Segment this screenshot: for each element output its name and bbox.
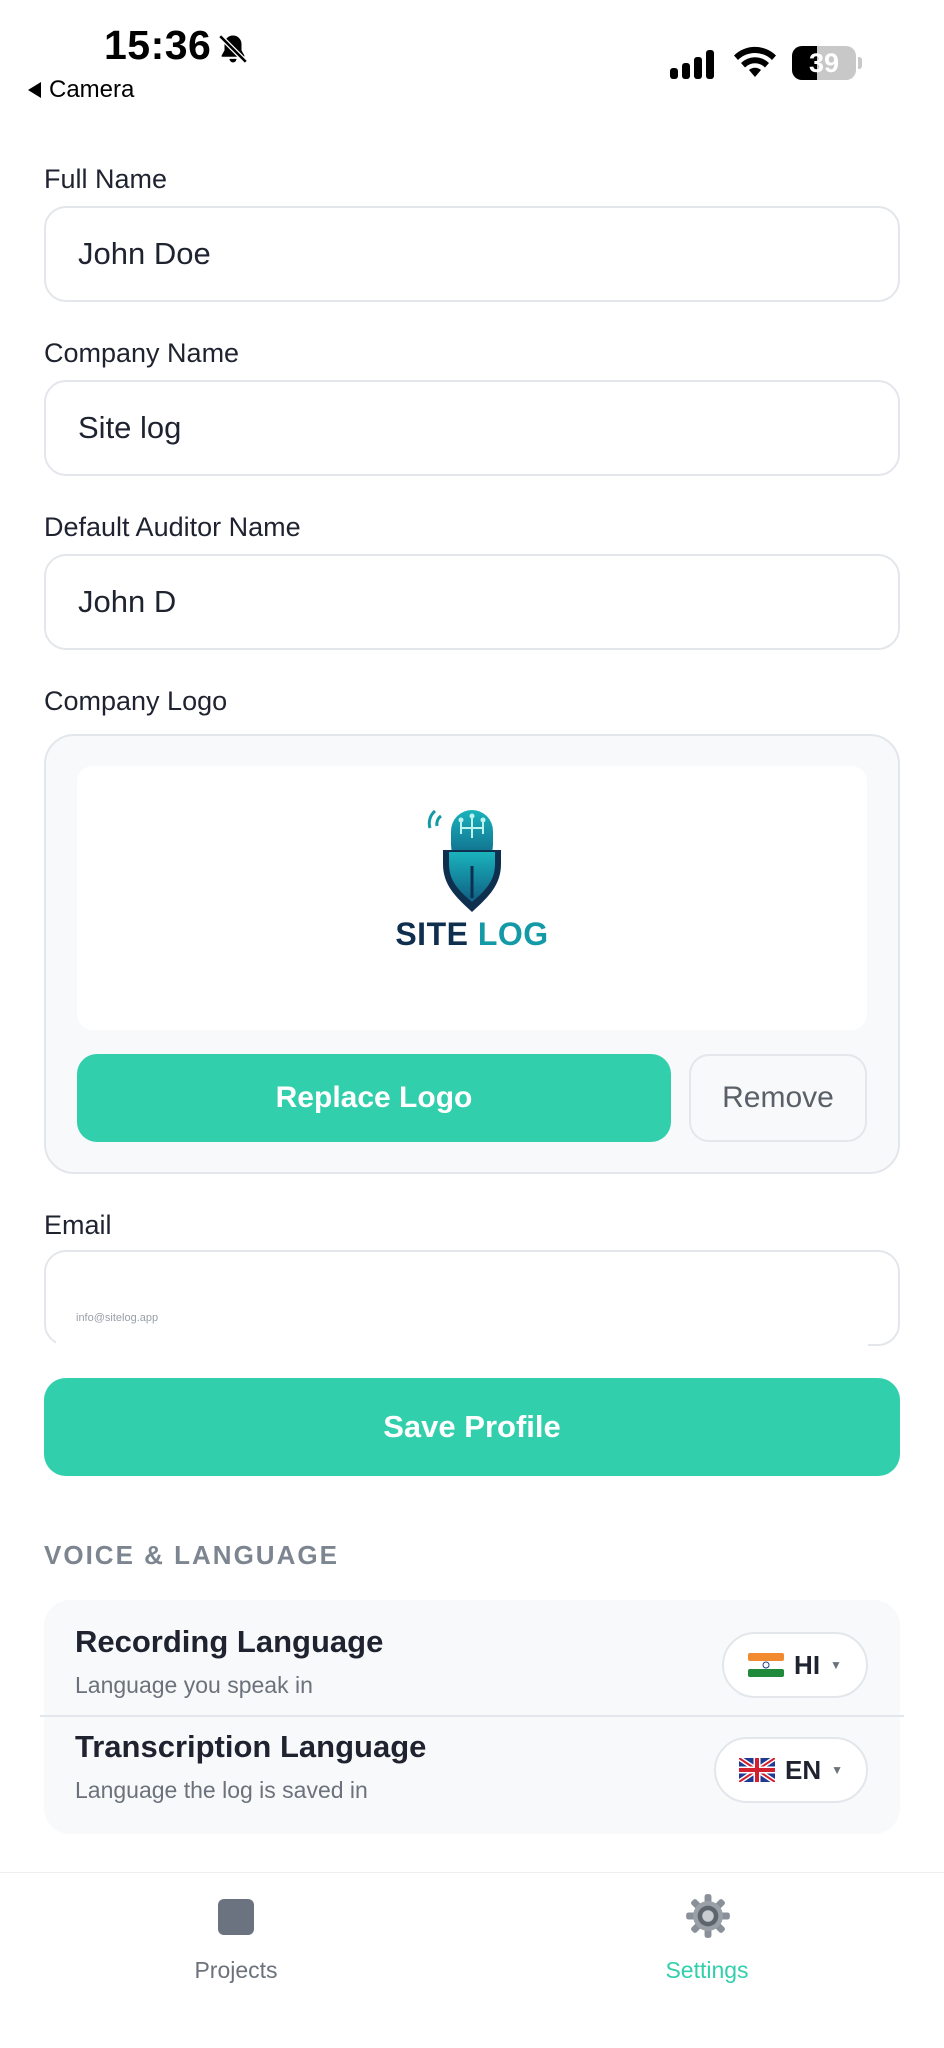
tab-bar: Projects Settings [0, 1872, 944, 2048]
company-name-value: Site log [78, 410, 182, 445]
chevron-down-icon: ▼ [830, 1658, 842, 1672]
chevron-down-icon: ▼ [831, 1763, 843, 1777]
replace-logo-button[interactable]: Replace Logo [77, 1054, 671, 1142]
tab-settings[interactable]: Settings [587, 1873, 827, 2003]
company-logo-card: SITE LOG Replace Logo Remove [44, 734, 900, 1174]
company-name-input[interactable]: Site log [44, 380, 900, 476]
remove-logo-button[interactable]: Remove [689, 1054, 867, 1142]
voice-language-section-title: VOICE & LANGUAGE [44, 1540, 339, 1570]
full-name-value: John Doe [78, 236, 211, 271]
status-bar: 15:36 Camera 39 [0, 0, 944, 110]
recording-language-subtitle: Language you speak in [75, 1672, 313, 1698]
tab-projects-label: Projects [194, 1957, 278, 1983]
logo-word-log: LOG [477, 916, 549, 952]
transcription-language-picker[interactable]: EN ▼ [714, 1737, 868, 1803]
gear-icon [686, 1894, 730, 1938]
tab-settings-label: Settings [665, 1957, 749, 1983]
status-time: 15:36 [104, 22, 212, 68]
india-flag-icon [748, 1653, 785, 1677]
logo-wordmark: SITE LOG [77, 916, 867, 953]
email-input-overlay[interactable]: info@sitelog.app [56, 1278, 868, 1380]
bell-muted-icon [218, 34, 248, 64]
recording-language-row: Recording Language Language you speak in… [44, 1612, 900, 1716]
recording-language-picker[interactable]: HI ▼ [722, 1632, 868, 1698]
transcription-language-code: EN [784, 1754, 822, 1785]
auditor-name-label: Default Auditor Name [44, 512, 301, 542]
email-value: info@sitelog.app [76, 1312, 159, 1324]
back-label: Camera [49, 76, 135, 103]
recording-language-title: Recording Language [75, 1624, 384, 1659]
logo-preview: SITE LOG [77, 766, 867, 1030]
uk-flag-icon [738, 1758, 775, 1782]
save-profile-button[interactable]: Save Profile [44, 1378, 900, 1476]
projects-icon [218, 1899, 254, 1935]
back-to-camera-link[interactable]: Camera [28, 76, 134, 104]
wifi-icon [734, 46, 776, 77]
voice-language-card: Recording Language Language you speak in… [40, 1600, 904, 1834]
transcription-language-row: Transcription Language Language the log … [44, 1717, 900, 1821]
logo-word-site: SITE [395, 916, 469, 952]
cellular-signal-icon [670, 50, 714, 79]
transcription-language-subtitle: Language the log is saved in [75, 1777, 368, 1803]
transcription-language-title: Transcription Language [75, 1729, 427, 1764]
back-arrow-icon [28, 82, 41, 98]
email-label: Email [44, 1210, 112, 1240]
auditor-name-value: John D [78, 584, 177, 619]
battery-level: 39 [808, 48, 840, 78]
full-name-input[interactable]: John Doe [44, 206, 900, 302]
company-logo-label: Company Logo [44, 686, 228, 716]
tab-projects[interactable]: Projects [116, 1873, 356, 2003]
company-name-label: Company Name [44, 338, 240, 368]
full-name-label: Full Name [44, 164, 168, 194]
site-log-logo-icon [427, 809, 501, 912]
recording-language-code: HI [794, 1649, 821, 1680]
auditor-name-input[interactable]: John D [44, 554, 900, 650]
battery-indicator: 39 [792, 46, 862, 80]
